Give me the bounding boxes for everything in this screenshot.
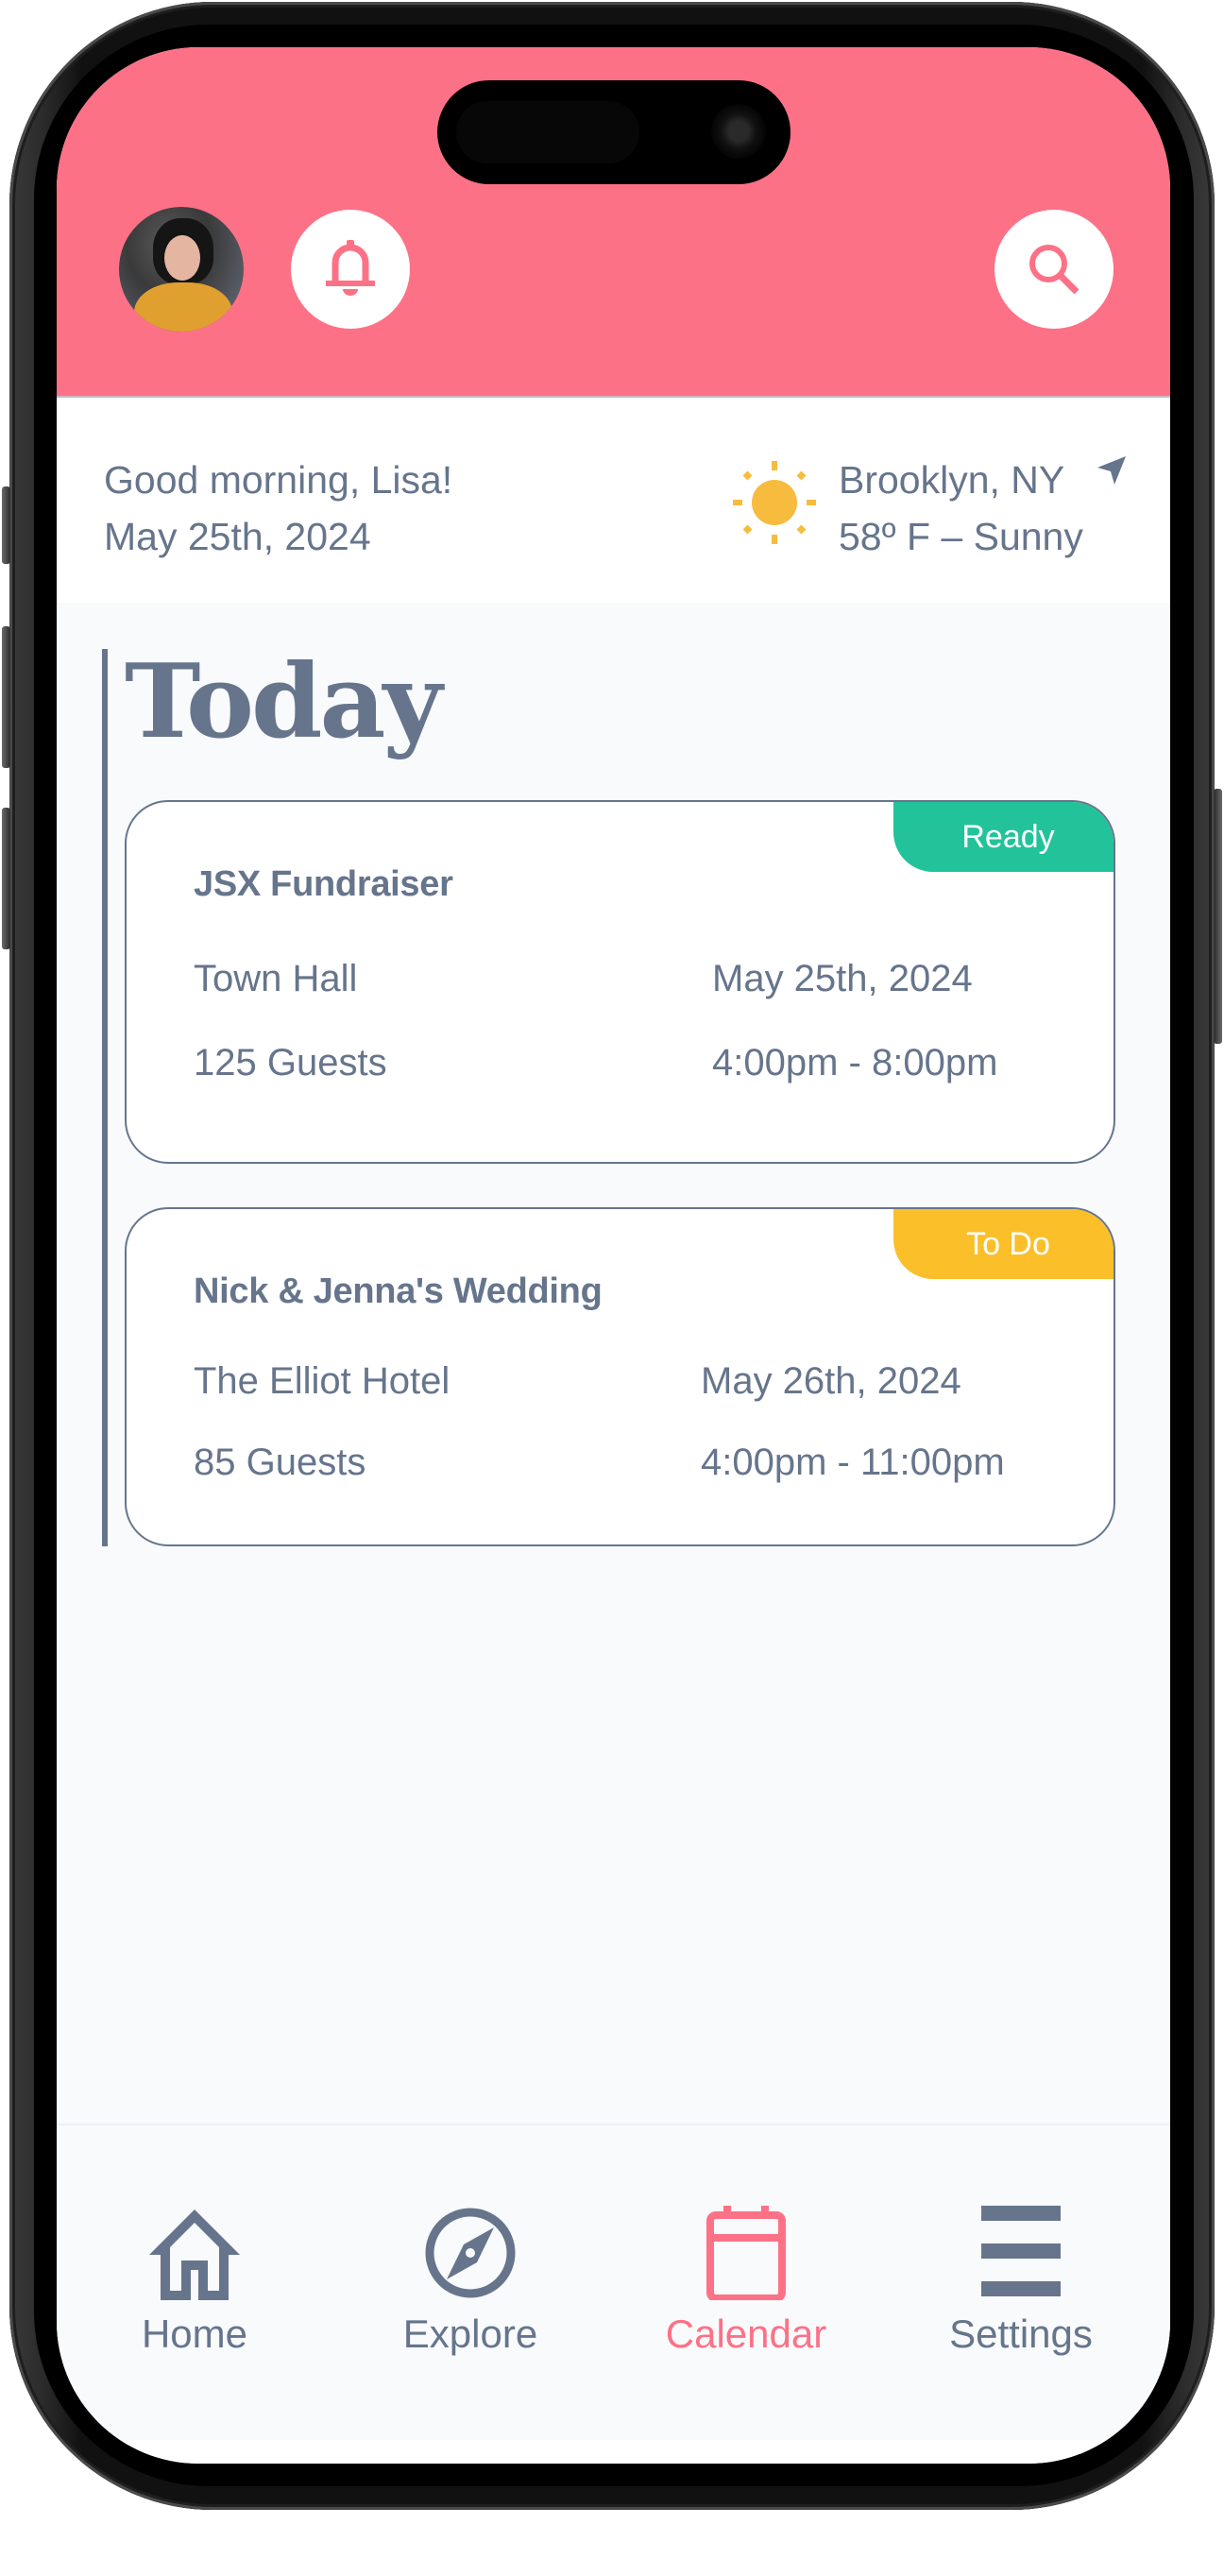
- phone-screen: Good morning, Lisa! May 25th, 2024 Brook…: [57, 47, 1170, 2464]
- menu-icon: [981, 2206, 1061, 2296]
- event-venue: The Elliot Hotel: [194, 1360, 450, 1402]
- temperature-conditions: 58º F – Sunny: [839, 515, 1083, 558]
- search-icon: [1029, 245, 1080, 295]
- nav-item-home[interactable]: Home: [91, 2206, 298, 2385]
- event-row: 85 Guests 4:00pm - 11:00pm: [194, 1442, 1045, 1484]
- status-badge: To Do: [893, 1209, 1114, 1279]
- home-icon: [149, 2209, 240, 2300]
- volume-up-button: [2, 626, 10, 768]
- nav-label: Home: [141, 2312, 248, 2356]
- volume-down-button: [2, 808, 10, 949]
- event-row: 125 Guests 4:00pm - 8:00pm: [194, 1042, 1045, 1084]
- avatar-face: [164, 235, 200, 281]
- bell-icon: [326, 240, 375, 296]
- event-title: Nick & Jenna's Wedding: [194, 1271, 603, 1311]
- home-indicator-area: [57, 2440, 1170, 2464]
- sun-icon: [733, 461, 816, 544]
- action-button: [2, 486, 10, 564]
- island-sensor: [456, 101, 639, 163]
- event-time: 4:00pm - 11:00pm: [701, 1442, 1005, 1483]
- location-text: Brooklyn, NY: [839, 458, 1065, 502]
- event-date: May 26th, 2024: [701, 1360, 961, 1402]
- event-title: JSX Fundraiser: [194, 864, 453, 904]
- nav-label: Explore: [402, 2312, 538, 2356]
- avatar[interactable]: [119, 207, 244, 332]
- event-guests: 125 Guests: [194, 1042, 387, 1083]
- front-camera: [711, 104, 766, 159]
- search-button[interactable]: [994, 210, 1114, 329]
- weather-info: Brooklyn, NY 58º F – Sunny: [839, 452, 1083, 565]
- event-time: 4:00pm - 8:00pm: [712, 1042, 998, 1083]
- app-header: [57, 47, 1170, 398]
- nav-label: Calendar: [665, 2312, 827, 2356]
- nav-item-explore[interactable]: Explore: [366, 2206, 574, 2385]
- power-button: [1214, 789, 1222, 1044]
- event-card[interactable]: To Do Nick & Jenna's Wedding The Elliot …: [125, 1207, 1115, 1546]
- event-guests: 85 Guests: [194, 1442, 366, 1483]
- event-date: May 25th, 2024: [712, 958, 973, 999]
- section-title: Today: [125, 642, 442, 761]
- event-row: The Elliot Hotel May 26th, 2024: [194, 1360, 1045, 1403]
- calendar-icon: [706, 2206, 786, 2300]
- greeting: Good morning, Lisa! May 25th, 2024: [104, 452, 452, 565]
- avatar-shirt: [134, 282, 232, 332]
- status-badge: Ready: [893, 802, 1114, 872]
- event-venue: Town Hall: [194, 958, 358, 999]
- location-arrow-icon[interactable]: [1096, 454, 1128, 486]
- nav-item-settings[interactable]: Settings: [917, 2206, 1125, 2385]
- current-date: May 25th, 2024: [104, 515, 371, 558]
- bottom-nav: Home Explore Calendar Settings: [57, 2124, 1170, 2440]
- timeline-line: [102, 649, 108, 1546]
- notifications-button[interactable]: [291, 210, 410, 329]
- main-content: Today Ready JSX Fundraiser Town Hall May…: [57, 603, 1170, 2124]
- event-row: Town Hall May 25th, 2024: [194, 958, 1045, 1000]
- greeting-text: Good morning, Lisa!: [104, 458, 453, 502]
- nav-label: Settings: [949, 2312, 1093, 2356]
- greeting-weather-bar: Good morning, Lisa! May 25th, 2024 Brook…: [57, 400, 1170, 603]
- event-card[interactable]: Ready JSX Fundraiser Town Hall May 25th,…: [125, 800, 1115, 1164]
- dynamic-island: [437, 80, 790, 184]
- nav-item-calendar[interactable]: Calendar: [642, 2206, 850, 2385]
- compass-icon: [425, 2208, 516, 2298]
